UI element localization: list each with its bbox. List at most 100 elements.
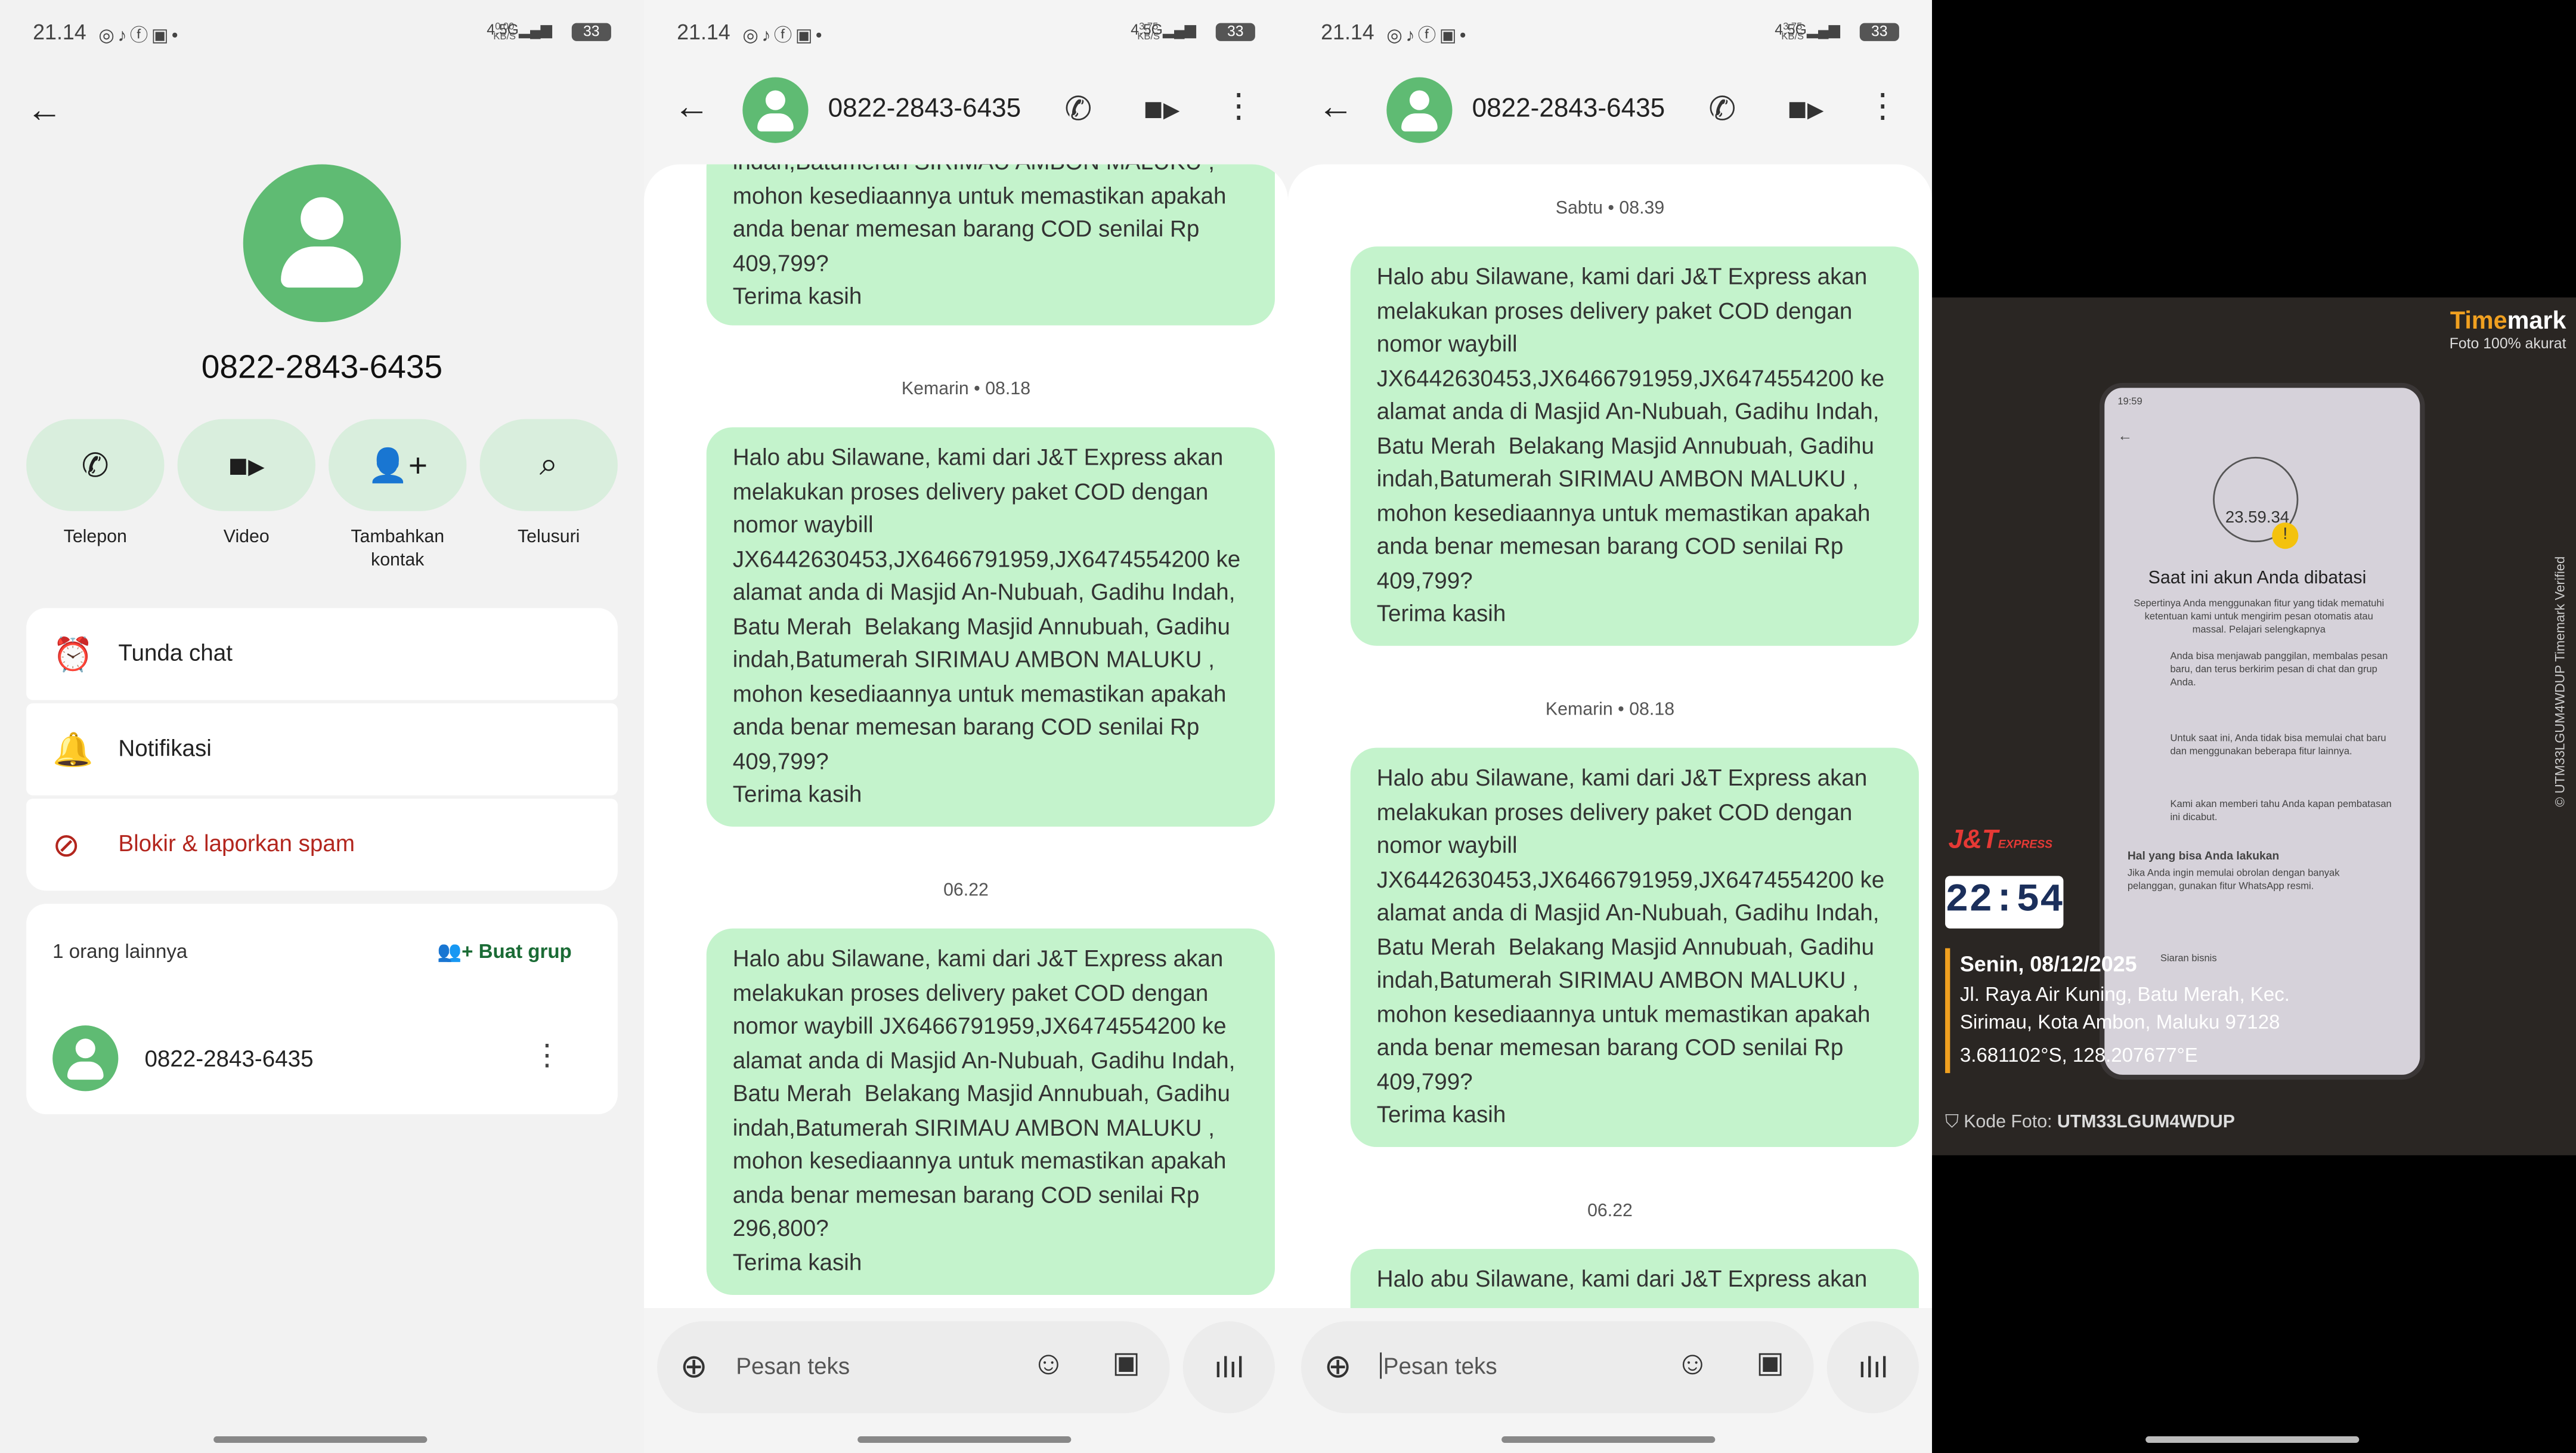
compose-bar: ⊕ Pesan teks ☺ ▣: [1301, 1321, 1814, 1414]
notification-icons: ◎♪ⓕ▣•: [98, 26, 182, 47]
conversation-screen-2: 21.14 ◎♪ⓕ▣• 3,75 KB/S 4.5G▂▄▆ 33 ← 0822-2…: [1288, 0, 1932, 1453]
search-icon[interactable]: ⌕: [479, 419, 618, 511]
date-separator: Kemarin • 08.18: [1545, 700, 1675, 720]
search-action[interactable]: ⌕ Telusuri: [479, 419, 618, 549]
block-report-label: Blokir & laporkan spam: [118, 830, 355, 857]
restriction-item: Anda bisa menjawab panggilan, membalas p…: [2170, 652, 2388, 689]
message-bubble[interactable]: Halo abu Silawane, kami dari J&T Express…: [706, 928, 1275, 1296]
chat-title[interactable]: 0822-2843-6435: [1472, 95, 1665, 125]
photo-date: Senin, 08/12/2025: [1959, 951, 2137, 976]
create-group-button[interactable]: 👥+ Buat grup: [437, 940, 572, 963]
snooze-chat-label: Tunda chat: [118, 639, 233, 666]
contact-avatar[interactable]: [1386, 77, 1453, 143]
date-separator: 06.22: [1587, 1201, 1633, 1222]
emoji-icon[interactable]: ☺: [1676, 1346, 1709, 1383]
phone-icon[interactable]: ✆: [1708, 89, 1736, 130]
voice-message-icon[interactable]: ılıl: [1826, 1321, 1919, 1414]
photo-screen-time: 19:59: [2117, 397, 2142, 408]
photo-code: ⛉ Kode Foto: UTM33LGUM4WDUP: [1945, 1112, 2235, 1133]
restriction-intro: Sepertinya Anda menggunakan fitur yang t…: [2134, 599, 2385, 636]
contact-number: 0822-2843-6435: [201, 350, 443, 387]
more-vert-icon[interactable]: ⋮: [1222, 85, 1255, 126]
signal-icon: 4.5G▂▄▆: [1775, 21, 1840, 38]
jt-express-logo: J&TEXPRESS: [1948, 826, 2052, 855]
notifications-label: Notifikasi: [118, 734, 212, 761]
battery-icon: 33: [571, 23, 611, 41]
status-time: 21.14: [1321, 20, 1374, 45]
alarm-icon: ⏰: [52, 637, 94, 674]
status-bar: 21.14 ◎♪ⓕ▣• 3,75 KB/S 4.5G▂▄▆ 33: [1321, 20, 1899, 50]
image-icon[interactable]: ▣: [1756, 1346, 1784, 1380]
member-number[interactable]: 0822-2843-6435: [144, 1045, 313, 1071]
back-arrow-icon: ←: [2117, 427, 2133, 444]
home-indicator[interactable]: [857, 1436, 1072, 1443]
message-input[interactable]: Pesan teks: [736, 1352, 850, 1378]
message-input[interactable]: Pesan teks: [1380, 1352, 1497, 1379]
more-vert-icon[interactable]: ⋮: [1866, 85, 1899, 126]
voice-message-icon[interactable]: ılıl: [1182, 1321, 1275, 1414]
more-vert-icon[interactable]: ⋮: [532, 1038, 562, 1073]
phone-icon[interactable]: ✆: [26, 419, 165, 511]
back-arrow-icon[interactable]: ←: [674, 85, 710, 128]
add-contact-action[interactable]: 👤+ Tambahkan kontak: [329, 419, 467, 572]
message-bubble[interactable]: Halo abu Silawane, kami dari J&T Express…: [1350, 1248, 1919, 1309]
signal-icon: 4.5G▂▄▆: [1131, 21, 1196, 38]
member-avatar: [52, 1025, 119, 1092]
image-icon[interactable]: ▣: [1112, 1346, 1140, 1380]
home-indicator[interactable]: [1501, 1436, 1716, 1443]
message-bubble[interactable]: Halo abu Silawane, kami dari J&T Express…: [1350, 246, 1919, 646]
video-icon[interactable]: ■▸: [1788, 89, 1824, 130]
date-separator: 06.22: [943, 880, 989, 901]
add-person-icon[interactable]: 👤+: [329, 419, 467, 511]
video-icon[interactable]: ■▸: [177, 419, 315, 511]
message-bubble[interactable]: Halo abu Silawane, kami dari J&T Express…: [706, 427, 1275, 827]
conversation-screen: 21.14 ◎♪ⓕ▣• 3,75 KB/S 4.5G▂▄▆ 33 ← 0822-2…: [644, 0, 1288, 1453]
phone-icon[interactable]: ✆: [1064, 89, 1092, 130]
call-action[interactable]: ✆ Telepon: [26, 419, 165, 549]
back-arrow-icon[interactable]: ←: [1318, 85, 1354, 128]
chat-header: ← 0822-2843-6435 ✆ ■▸ ⋮: [1288, 72, 1932, 148]
chat-title[interactable]: 0822-2843-6435: [828, 95, 1021, 125]
video-label: Video: [223, 527, 270, 548]
status-bar: 21.14 ◎♪ⓕ▣• 0,00 KB/S 4.5G▂▄▆ 33: [33, 20, 611, 50]
add-contact-label: Tambahkan kontak: [351, 527, 445, 571]
warning-icon: !: [2272, 523, 2299, 549]
photo-address: Jl. Raya Air Kuning, Batu Merah, Kec. Si…: [1959, 982, 2290, 1034]
snooze-chat-item[interactable]: ⏰ Tunda chat: [26, 608, 618, 700]
search-label: Telusuri: [517, 527, 580, 548]
block-report-item[interactable]: ⊘ Blokir & laporkan spam: [26, 798, 618, 891]
message-bubble[interactable]: indah,Batumerah SIRIMAU AMBON MALUKU , m…: [706, 164, 1275, 326]
back-arrow-icon[interactable]: ←: [26, 89, 63, 132]
add-attachment-icon[interactable]: ⊕: [1324, 1346, 1352, 1387]
notifications-item[interactable]: 🔔 Notifikasi: [26, 703, 618, 796]
countdown-text: 23.59.34: [2225, 509, 2290, 528]
photo-viewer: 19:59 ← 23.59.34 ! Saat ini akun Anda di…: [1932, 0, 2576, 1453]
shield-icon: ⛉: [1945, 1112, 1964, 1133]
restriction-item: Untuk saat ini, Anda tidak bisa memulai …: [2170, 734, 2386, 758]
message-list[interactable]: Sabtu • 08.39 Halo abu Silawane, kami da…: [1288, 164, 1932, 1309]
chat-header: ← 0822-2843-6435 ✆ ■▸ ⋮: [644, 72, 1288, 148]
members-card: 1 orang lainnya 👥+ Buat grup 0822-2843-6…: [26, 904, 618, 1114]
contact-avatar[interactable]: [742, 77, 809, 143]
status-bar: 21.14 ◎♪ⓕ▣• 3,75 KB/S 4.5G▂▄▆ 33: [677, 20, 1255, 50]
home-indicator[interactable]: [2145, 1436, 2360, 1443]
clock-badge: 22:54: [1945, 876, 2063, 929]
video-action[interactable]: ■▸ Video: [177, 419, 315, 549]
add-attachment-icon[interactable]: ⊕: [680, 1346, 708, 1387]
date-separator: Kemarin • 08.18: [901, 379, 1031, 400]
home-indicator[interactable]: [213, 1436, 428, 1443]
message-bubble[interactable]: Halo abu Silawane, kami dari J&T Express…: [1350, 747, 1919, 1148]
emoji-icon[interactable]: ☺: [1032, 1346, 1065, 1383]
status-time: 21.14: [33, 20, 86, 45]
notification-icons: ◎♪ⓕ▣•: [1386, 26, 1470, 47]
video-icon[interactable]: ■▸: [1144, 89, 1180, 130]
contact-avatar: [243, 164, 401, 322]
timemark-photo[interactable]: 19:59 ← 23.59.34 ! Saat ini akun Anda di…: [1932, 297, 2576, 1155]
battery-icon: 33: [1215, 23, 1255, 41]
restriction-item: Kami akan memberi tahu Anda kapan pembat…: [2170, 800, 2392, 824]
battery-icon: 33: [1859, 23, 1899, 41]
call-label: Telepon: [63, 527, 127, 548]
status-time: 21.14: [677, 20, 730, 45]
message-list[interactable]: indah,Batumerah SIRIMAU AMBON MALUKU , m…: [644, 164, 1288, 1309]
signal-icon: 4.5G▂▄▆: [487, 21, 552, 38]
